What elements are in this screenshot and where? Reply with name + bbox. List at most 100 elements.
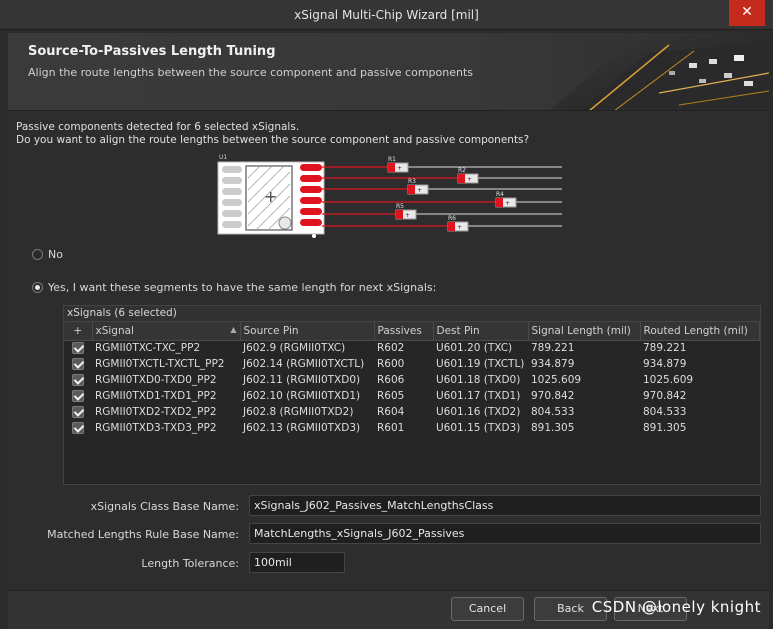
- cell-xsignal: RGMII0TXCTL-TXCTL_PP2: [95, 358, 225, 370]
- col-source-pin[interactable]: Source Pin: [240, 322, 375, 341]
- page-subtitle: Align the route lengths between the sour…: [28, 66, 474, 79]
- row-checkbox[interactable]: [72, 358, 84, 370]
- table-row[interactable]: RGMII0TXD2-TXD2_PP2 J602.8 (RGMII0TXD2) R6…: [64, 404, 760, 420]
- table-body: RGMII0TXC-TXC_PP2 J602.9 (RGMII0TXC) R602 U…: [64, 340, 760, 436]
- close-button[interactable]: ✕: [729, 0, 765, 26]
- cell-routed-length: 891.305: [643, 422, 687, 434]
- option-no-label: No: [48, 248, 63, 261]
- class-name-label: xSignals Class Base Name:: [90, 500, 239, 513]
- resistor-r6: R6+: [447, 215, 469, 232]
- resistor-r3: R3+: [407, 178, 429, 195]
- rule-name-label: Matched Lengths Rule Base Name:: [47, 528, 239, 541]
- row-checkbox[interactable]: [72, 374, 84, 386]
- radio-no[interactable]: [32, 249, 43, 260]
- cell-dest-pin: U601.17 (TXD1): [436, 390, 521, 402]
- option-yes[interactable]: Yes, I want these segments to have the s…: [32, 281, 436, 294]
- svg-text:R4: R4: [496, 191, 504, 198]
- table-row[interactable]: RGMII0TXD3-TXD3_PP2 J602.13 (RGMII0TXD3) R…: [64, 420, 760, 436]
- option-no[interactable]: No: [32, 248, 63, 261]
- cell-signal-length: 1025.609: [531, 374, 582, 386]
- u1-plus: +: [264, 187, 277, 206]
- resistor-r4: R4+: [495, 191, 517, 208]
- cell-signal-length: 970.842: [531, 390, 575, 402]
- row-checkbox-cell: [64, 340, 92, 356]
- row-checkbox-cell: [64, 420, 92, 436]
- window-title: xSignal Multi-Chip Wizard [mil]: [294, 8, 479, 22]
- class-name-field[interactable]: xSignals_J602_Passives_MatchLengthsClass: [249, 495, 761, 516]
- header-pcb-image: [550, 33, 769, 110]
- cell-passives: R600: [377, 358, 405, 370]
- row-checkbox-cell: [64, 356, 92, 372]
- cell-routed-length: 789.221: [643, 342, 687, 355]
- resistor-r1: R1+: [387, 156, 409, 173]
- svg-text:R6: R6: [448, 215, 456, 222]
- svg-text:R3: R3: [408, 178, 416, 185]
- col-xsignal[interactable]: xSignal ▲: [92, 322, 241, 341]
- col-routed-length[interactable]: Routed Length (mil): [640, 322, 760, 341]
- col-passives[interactable]: Passives: [374, 322, 434, 341]
- close-icon: ✕: [741, 4, 753, 20]
- cell-routed-length: 970.842: [643, 390, 687, 402]
- radio-yes[interactable]: [32, 282, 43, 293]
- cell-source-pin: J602.8 (RGMII0TXD2): [243, 406, 354, 418]
- title-bar: xSignal Multi-Chip Wizard [mil] ✕: [0, 0, 773, 30]
- svg-text:R1: R1: [388, 156, 396, 163]
- rule-name-field[interactable]: MatchLengths_xSignals_J602_Passives: [249, 523, 761, 544]
- table-row[interactable]: RGMII0TXD1-TXD1_PP2 J602.10 (RGMII0TXD1) R…: [64, 388, 760, 404]
- row-checkbox-cell: [64, 404, 92, 420]
- cell-source-pin: J602.13 (RGMII0TXD3): [243, 422, 361, 434]
- page-title: Source-To-Passives Length Tuning: [28, 44, 276, 59]
- tolerance-label: Length Tolerance:: [141, 557, 239, 570]
- cell-passives: R601: [377, 422, 405, 434]
- table-row[interactable]: RGMII0TXCTL-TXCTL_PP2 J602.14 (RGMII0TXCT…: [64, 356, 760, 372]
- cell-source-pin: J602.10 (RGMII0TXD1): [243, 390, 361, 402]
- col-dest-pin[interactable]: Dest Pin: [433, 322, 529, 341]
- table-row[interactable]: RGMII0TXD0-TXD0_PP2 J602.11 (RGMII0TXD0) R…: [64, 372, 760, 388]
- wizard-header: Source-To-Passives Length Tuning Align t…: [8, 33, 769, 111]
- table-header-row: + xSignal ▲ Source Pin Passives Dest Pin …: [64, 322, 760, 341]
- cell-dest-pin: U601.16 (TXD2): [436, 406, 521, 418]
- row-checkbox[interactable]: [72, 390, 84, 402]
- cancel-button[interactable]: Cancel: [451, 597, 524, 621]
- cell-xsignal: RGMII0TXD1-TXD1_PP2: [95, 390, 217, 402]
- length-tuning-diagram: U1 + R1+ R2+ R3+ R4+ R5+ R6+: [217, 154, 562, 238]
- cell-dest-pin: U601.19 (TXCTL): [436, 358, 525, 370]
- cell-source-pin: J602.14 (RGMII0TXCTL): [243, 358, 365, 370]
- col-signal-length[interactable]: Signal Length (mil): [528, 322, 641, 341]
- cell-passives: R606: [377, 374, 405, 386]
- option-yes-label: Yes, I want these segments to have the s…: [48, 281, 437, 294]
- svg-text:R2: R2: [458, 167, 466, 174]
- u1-label: U1: [219, 154, 227, 161]
- cell-signal-length: 804.533: [531, 406, 575, 418]
- intro-line-2: Do you want to align the route lengths b…: [16, 134, 530, 146]
- cell-routed-length: 804.533: [643, 406, 687, 418]
- cell-signal-length: 789.221: [531, 342, 575, 355]
- table-row[interactable]: RGMII0TXC-TXC_PP2 J602.9 (RGMII0TXC) R602 U…: [64, 340, 760, 356]
- cell-routed-length: 1025.609: [643, 374, 694, 386]
- cell-dest-pin: U601.15 (TXD3): [436, 422, 521, 434]
- cell-source-pin: J602.11 (RGMII0TXD0): [243, 374, 361, 386]
- row-checkbox[interactable]: [72, 422, 84, 434]
- cell-passives: R604: [377, 406, 405, 418]
- col-check-all[interactable]: +: [64, 322, 93, 341]
- xsignals-grid: xSignals (6 selected) + xSignal ▲ Source …: [63, 305, 761, 485]
- row-checkbox-cell: [64, 372, 92, 388]
- intro-line-1: Passive components detected for 6 select…: [16, 121, 300, 133]
- cell-xsignal: RGMII0TXC-TXC_PP2: [95, 342, 201, 355]
- cell-xsignal: RGMII0TXD0-TXD0_PP2: [95, 374, 217, 386]
- cell-routed-length: 934.879: [643, 358, 687, 370]
- tolerance-field[interactable]: 100mil: [249, 552, 345, 573]
- cell-dest-pin: U601.18 (TXD0): [436, 374, 521, 386]
- cell-source-pin: J602.9 (RGMII0TXC): [243, 342, 346, 355]
- cell-xsignal: RGMII0TXD2-TXD2_PP2: [95, 406, 217, 418]
- cell-xsignal: RGMII0TXD3-TXD3_PP2: [95, 422, 217, 434]
- row-checkbox[interactable]: [72, 406, 84, 418]
- cell-passives: R602: [377, 342, 405, 355]
- row-checkbox[interactable]: [72, 342, 84, 355]
- grid-caption: xSignals (6 selected): [64, 306, 760, 322]
- cell-passives: R605: [377, 390, 405, 402]
- cell-signal-length: 934.879: [531, 358, 575, 370]
- cell-signal-length: 891.305: [531, 422, 575, 434]
- svg-text:+: +: [397, 165, 402, 172]
- watermark-text: CSDN @lonely knight: [591, 598, 761, 616]
